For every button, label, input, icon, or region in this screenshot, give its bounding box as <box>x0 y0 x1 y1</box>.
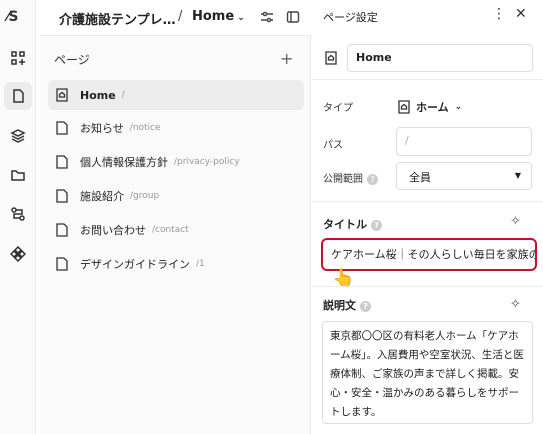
page-item-contact[interactable]: お問い合わせ /contact <box>48 215 304 245</box>
page-item-label: お知らせ <box>80 122 124 135</box>
page-item-path: /contact <box>152 225 189 235</box>
flow-icon[interactable] <box>4 200 32 228</box>
page-item-design-guideline[interactable]: デザインガイドライン /1 <box>48 249 304 279</box>
chevron-down-icon: ⌄ <box>237 13 245 23</box>
home-page-icon <box>56 88 72 102</box>
page-icon <box>56 121 72 135</box>
page-name-input[interactable]: Home <box>347 44 533 72</box>
top-bar: 介護施設テンプレ… / Home ⌄ <box>40 0 311 36</box>
caret-down-icon: ▼ <box>514 171 521 180</box>
page-settings-panel: ページ設定 ⋮ ✕ Home タイプ ホーム ⌄ パス / 公開範囲? 全員 ▼ … <box>312 0 543 434</box>
page-icon <box>56 189 72 203</box>
path-input[interactable]: / <box>396 127 532 156</box>
divider <box>312 201 543 202</box>
pages-panel: 介護施設テンプレ… / Home ⌄ ページ + Home / お知らせ /not… <box>40 0 311 434</box>
page-item-label: 個人情報保護方針 <box>80 156 168 169</box>
title-label-text: タイトル <box>323 218 367 231</box>
page-item-privacy-policy[interactable]: 個人情報保護方針 /privacy-policy <box>48 147 304 177</box>
page-item-path: / <box>121 90 125 100</box>
page-icon <box>56 257 72 271</box>
page-item-path: /group <box>130 191 160 201</box>
page-item-label: お問い合わせ <box>80 224 146 237</box>
current-page-label: Home <box>192 9 235 24</box>
scope-value: 全員 <box>409 171 431 184</box>
type-label: タイプ <box>323 103 353 114</box>
add-page-button[interactable]: + <box>280 49 293 68</box>
panel-toggle-icon[interactable] <box>286 10 302 26</box>
more-options-icon[interactable]: ⋮ <box>492 6 506 22</box>
pages-icon[interactable] <box>4 82 32 110</box>
type-value: ホーム <box>416 101 449 114</box>
site-title[interactable]: 介護施設テンプレ… <box>59 9 176 28</box>
settings-title: ページ設定 <box>323 11 378 24</box>
type-selector[interactable]: ホーム ⌄ <box>398 99 462 115</box>
page-item-label: 施設紹介 <box>80 190 124 203</box>
help-icon[interactable]: ? <box>367 173 378 185</box>
chevron-down-icon: ⌄ <box>454 102 463 112</box>
page-icon <box>56 223 72 237</box>
page-item-label: デザインガイドライン <box>80 258 190 271</box>
page-item-path: /privacy-policy <box>174 157 240 167</box>
home-page-icon <box>398 100 410 114</box>
page-name-row: Home <box>312 36 543 80</box>
page-item-notice[interactable]: お知らせ /notice <box>48 113 304 143</box>
page-item-path: /1 <box>196 259 205 269</box>
pages-heading: ページ <box>54 53 90 67</box>
help-icon[interactable]: ? <box>371 219 382 231</box>
divider <box>312 286 543 287</box>
page-item-home[interactable]: Home / <box>48 80 304 110</box>
ai-sparkle-icon[interactable]: ✧ <box>510 297 521 312</box>
scope-select[interactable]: 全員 ▼ <box>396 162 532 190</box>
breadcrumb-separator: / <box>178 9 183 24</box>
title-input[interactable]: ケアホーム桜｜その人らしい毎日を家族の <box>321 238 537 271</box>
add-block-icon[interactable] <box>4 44 32 72</box>
home-page-icon <box>325 51 337 68</box>
description-label: 説明文? <box>323 297 371 313</box>
page-item-label: Home <box>80 88 116 102</box>
scope-label-text: 公開範囲 <box>323 174 363 185</box>
scope-label: 公開範囲? <box>323 170 378 185</box>
description-label-text: 説明文 <box>323 299 356 312</box>
path-label: パス <box>323 140 343 151</box>
components-icon[interactable] <box>4 240 32 268</box>
close-icon[interactable]: ✕ <box>515 6 527 22</box>
layers-icon[interactable] <box>4 122 32 150</box>
description-textarea[interactable]: 東京都〇〇区の有料老人ホーム「ケアホーム桜」。入居費用や空室状況、生活と医療体制… <box>322 321 533 424</box>
page-item-path: /notice <box>129 123 161 133</box>
title-label: タイトル? <box>323 216 382 232</box>
current-page-selector[interactable]: Home ⌄ <box>192 9 245 24</box>
ai-sparkle-icon[interactable]: ✧ <box>510 214 521 229</box>
page-item-group[interactable]: 施設紹介 /group <box>48 181 304 211</box>
folder-icon[interactable] <box>4 161 32 189</box>
left-rail: ⁄S <box>0 0 36 434</box>
app-logo: ⁄S <box>7 9 18 25</box>
sliders-icon[interactable] <box>260 10 276 26</box>
help-icon[interactable]: ? <box>360 300 371 312</box>
page-icon <box>56 155 72 169</box>
